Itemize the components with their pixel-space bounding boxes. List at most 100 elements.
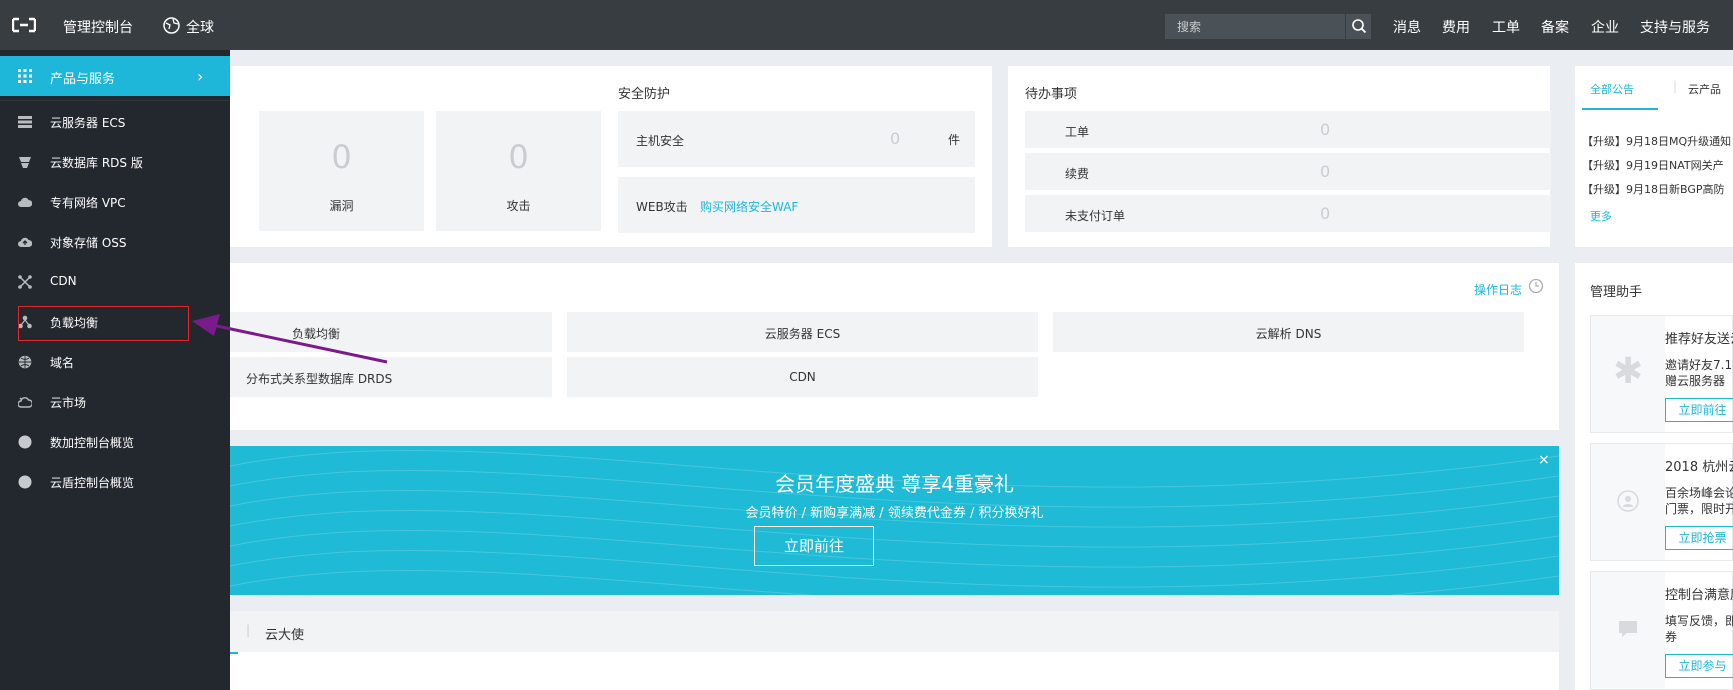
- banner-go-button[interactable]: 立即前往: [754, 526, 874, 566]
- more-link[interactable]: 更多: [1590, 208, 1612, 224]
- banner-title: 会员年度盛典 尊享4重豪礼: [774, 472, 1015, 496]
- console-title[interactable]: 管理控制台: [63, 17, 133, 37]
- todo-row[interactable]: 未支付订单 0: [1025, 195, 1551, 232]
- announcement-item[interactable]: 【升级】9月18日新BGP高防: [1582, 181, 1725, 197]
- clock-icon: [1528, 278, 1544, 294]
- todo-title: 待办事项: [1025, 87, 1078, 102]
- assistant-card-desc: 邀请好友7.1折: [1665, 358, 1733, 372]
- security-card: 0 漏洞 0 攻击 安全防护 主机安全 0 件 WEB攻击 购买网络安全WAF: [230, 66, 992, 247]
- vulnerability-stat[interactable]: 0 漏洞: [259, 111, 424, 231]
- recent-item[interactable]: 云解析 DNS: [1053, 312, 1524, 352]
- tab-ambassador[interactable]: 云大使: [265, 624, 304, 643]
- assistant-card-title: 控制台满意度: [1665, 588, 1733, 603]
- nav-messages[interactable]: 消息: [1393, 17, 1421, 37]
- attack-stat[interactable]: 0 攻击: [436, 111, 601, 231]
- sidebar-item-cloudshield[interactable]: 云盾控制台概览: [0, 463, 230, 499]
- sidebar-item-label: CDN: [50, 274, 77, 288]
- todo-label: 续费: [1065, 167, 1090, 181]
- active-tab-underline: [1582, 108, 1658, 110]
- assistant-card: 控制台满意度 填写反馈，即有 券 立即参与: [1590, 571, 1733, 690]
- recent-item-label: 云解析 DNS: [1255, 327, 1322, 341]
- todo-card: 待办事项 工单 0 续费 0 未支付订单 0: [1008, 66, 1551, 247]
- database-icon: [19, 157, 31, 168]
- todo-label: 工单: [1065, 125, 1090, 139]
- sidebar-item-label: 云盾控制台概览: [50, 476, 135, 490]
- assistant-card-title: 推荐好友送云: [1665, 332, 1733, 347]
- sidebar-item-oss[interactable]: 对象存储 OSS: [0, 223, 230, 259]
- cloud-icon: [18, 197, 32, 207]
- circle-icon: [18, 435, 32, 449]
- tab-cloud-products[interactable]: 云产品: [1688, 81, 1721, 97]
- active-tab-underline: [230, 652, 238, 654]
- buy-waf-link[interactable]: 购买网络安全WAF: [700, 198, 798, 215]
- participate-button[interactable]: 立即参与: [1665, 654, 1733, 678]
- recent-card: 操作日志 负载均衡 云服务器 ECS 云解析 DNS 分布式关系型数据库 DRD…: [230, 263, 1559, 430]
- tab-all-announcements[interactable]: 全部公告: [1590, 81, 1634, 97]
- announcement-item[interactable]: 【升级】9月18日MQ升级通知: [1582, 133, 1731, 149]
- todo-label: 未支付订单: [1065, 209, 1126, 223]
- tab-divider: |: [1673, 79, 1678, 93]
- circle-icon: [18, 475, 32, 489]
- chat-icon: [1619, 621, 1637, 637]
- todo-value: 0: [1320, 120, 1331, 139]
- sidebar-divider: [0, 100, 230, 101]
- banner-subtitle: 会员特价 / 新购享满减 / 领续费代金券 / 积分换好礼: [745, 506, 1044, 521]
- products-services-header[interactable]: 产品与服务 ›: [0, 56, 230, 96]
- assistant-card-desc: 券: [1665, 630, 1678, 644]
- go-button[interactable]: 立即前往: [1665, 398, 1733, 422]
- close-icon[interactable]: ×: [1538, 452, 1550, 468]
- chevron-right-icon: ›: [197, 67, 204, 86]
- operation-log-link[interactable]: 操作日志: [1474, 281, 1522, 298]
- top-bar: 管理控制台 全球 消息 费用 工单 备案 企业 支持与服务: [0, 0, 1733, 50]
- assistant-card-desc: 门票，限时开抢: [1665, 502, 1733, 516]
- logo-icon[interactable]: [12, 17, 36, 33]
- host-security-value: 0: [890, 129, 901, 148]
- nav-billing[interactable]: 费用: [1442, 17, 1470, 37]
- assistant-card-desc: 填写反馈，即有: [1665, 614, 1733, 628]
- assistant-title: 管理助手: [1590, 285, 1643, 300]
- buy-ticket-button[interactable]: 立即抢票: [1665, 526, 1733, 550]
- annotation-arrow-icon: [192, 314, 388, 364]
- todo-row[interactable]: 工单 0: [1025, 111, 1551, 148]
- sidebar-item-vpc[interactable]: 专有网络 VPC: [0, 183, 230, 219]
- todo-row[interactable]: 续费 0: [1025, 153, 1551, 190]
- tab-divider: |: [246, 623, 251, 637]
- recent-item-label: 云服务器 ECS: [764, 327, 841, 341]
- sidebar-item-label: 对象存储 OSS: [50, 236, 127, 250]
- security-title: 安全防护: [618, 87, 671, 102]
- server-icon: [18, 116, 32, 128]
- market-icon: [18, 397, 32, 408]
- recent-item[interactable]: CDN: [567, 357, 1038, 397]
- announcement-item[interactable]: 【升级】9月19日NAT网关产: [1582, 157, 1724, 173]
- recent-item-label: 分布式关系型数据库 DRDS: [246, 372, 393, 386]
- sidebar-item-rds[interactable]: 云数据库 RDS 版: [0, 143, 230, 179]
- vulnerability-label: 漏洞: [329, 199, 354, 213]
- search-button[interactable]: [1345, 14, 1371, 39]
- nav-icp[interactable]: 备案: [1541, 17, 1569, 37]
- search-input[interactable]: [1165, 14, 1345, 39]
- sidebar-item-market[interactable]: 云市场: [0, 383, 230, 419]
- nav-tickets[interactable]: 工单: [1492, 17, 1520, 37]
- sidebar-item-cdn[interactable]: CDN: [0, 263, 230, 299]
- region-selector[interactable]: 全球: [186, 17, 214, 37]
- assistant-card-icon-box: [1591, 572, 1665, 689]
- sidebar-item-dataplus[interactable]: 数加控制台概览: [0, 423, 230, 459]
- highlight-box: [18, 306, 189, 341]
- asterisk-icon: ✱: [1613, 351, 1644, 392]
- announcements-card: 全部公告 | 云产品 【升级】9月18日MQ升级通知 【升级】9月19日NAT网…: [1575, 66, 1733, 247]
- tab-bar: [230, 611, 1559, 652]
- assistant-card-icon-box: [1591, 444, 1665, 560]
- nav-support[interactable]: 支持与服务: [1640, 17, 1710, 37]
- assistant-card-desc: 赠云服务器: [1665, 374, 1726, 388]
- recent-item[interactable]: 云服务器 ECS: [567, 312, 1038, 352]
- promo-banner[interactable]: 会员年度盛典 尊享4重豪礼 会员特价 / 新购享满减 / 领续费代金券 / 积分…: [230, 446, 1559, 595]
- sidebar-item-label: 云市场: [50, 396, 87, 410]
- sidebar-item-ecs[interactable]: 云服务器 ECS: [0, 103, 230, 139]
- todo-value: 0: [1320, 204, 1331, 223]
- sidebar-item-label: 云服务器 ECS: [50, 116, 126, 130]
- nav-enterprise[interactable]: 企业: [1591, 17, 1619, 37]
- host-security-label: 主机安全: [636, 134, 685, 148]
- host-security-row[interactable]: 主机安全 0 件: [618, 111, 975, 167]
- assistant-card: ✱ 推荐好友送云 邀请好友7.1折 赠云服务器 立即前往: [1590, 315, 1733, 433]
- sidebar: 产品与服务 › 云服务器 ECS 云数据库 RDS 版 专有网络 VPC 对象存…: [0, 50, 230, 690]
